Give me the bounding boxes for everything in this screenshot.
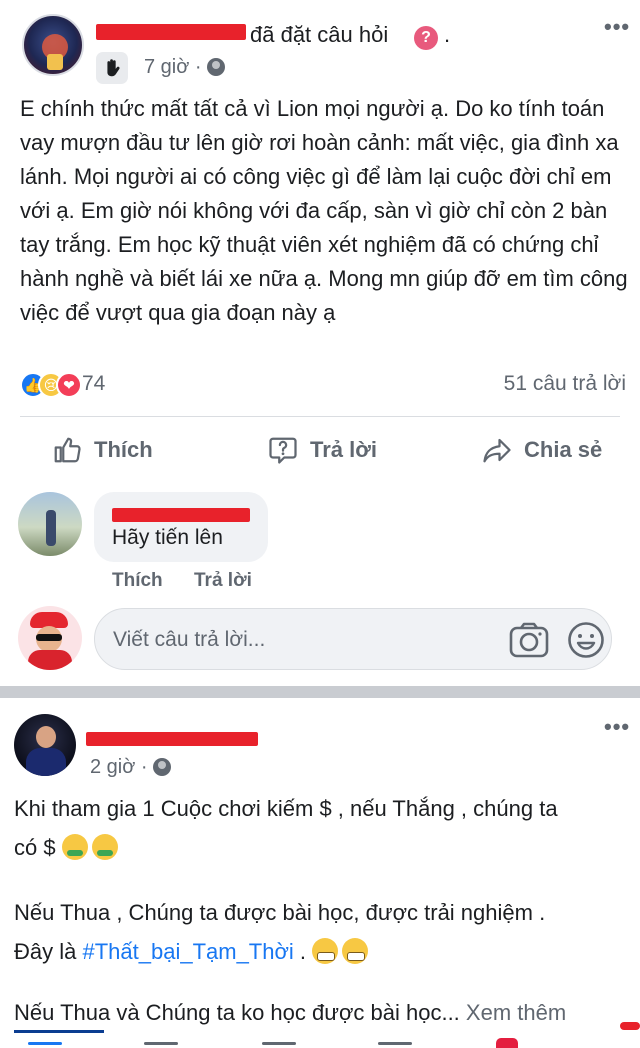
post-action-text: đã đặt câu hỏi (250, 22, 389, 47)
camera-icon[interactable] (509, 621, 549, 659)
money-mouth-emoji-icon (91, 834, 118, 860)
avatar-graphic (36, 634, 62, 641)
globe-icon (153, 758, 172, 776)
avatar-graphic (46, 510, 56, 546)
post-text-line: Khi tham gia 1 Cuộc chơi kiếm $ , nếu Th… (14, 796, 558, 821)
share-label: Chia sẻ (524, 437, 603, 462)
avatar-graphic (26, 748, 66, 776)
share-arrow-icon (483, 438, 511, 463)
thumbs-up-icon (54, 437, 81, 463)
redaction-mark (620, 1022, 640, 1030)
author-name-redacted[interactable] (96, 24, 246, 40)
post-text-line: Nếu Thua và Chúng ta ko học được bài học… (14, 1000, 566, 1026)
post-text-line: Đây là #Thất_bại_Tạm_Thời . (14, 938, 372, 965)
love-reaction-icon: ❤ (56, 372, 82, 398)
text-underline (14, 1030, 104, 1033)
globe-icon (207, 58, 226, 76)
comment-text: Hãy tiến lên (112, 526, 223, 549)
more-options-icon[interactable]: ••• (604, 714, 630, 740)
grimacing-emoji-icon (312, 938, 339, 964)
current-user-avatar[interactable] (18, 606, 82, 670)
commenter-avatar[interactable] (18, 492, 82, 556)
post-text: Đây là (14, 939, 77, 964)
avatar-badge (47, 54, 63, 70)
like-label: Thích (94, 437, 153, 462)
groups-tab-icon[interactable] (262, 1042, 296, 1045)
post-text: . (299, 939, 307, 964)
post-timestamp[interactable]: 2 giờ · (90, 756, 172, 779)
smiley-icon[interactable] (567, 621, 605, 659)
bottom-tab-bar[interactable] (0, 1038, 640, 1048)
comment-reply-button[interactable]: Trả lời (194, 570, 252, 592)
watch-tab-icon[interactable] (144, 1042, 178, 1045)
reply-button[interactable]: Trả lời (268, 430, 377, 470)
question-bubble-icon (269, 437, 297, 464)
reply-label: Trả lời (310, 437, 377, 462)
avatar-graphic (36, 726, 56, 748)
post-separator (0, 686, 640, 698)
raised-hand-badge-icon (96, 52, 128, 84)
home-tab-icon[interactable] (28, 1042, 62, 1045)
more-options-icon[interactable]: ••• (604, 14, 630, 40)
reaction-count[interactable]: 74 (82, 372, 105, 396)
notification-badge (496, 1038, 518, 1048)
reply-input[interactable] (113, 625, 493, 655)
post-text-line: Nếu Thua , Chúng ta được bài học, được t… (14, 900, 546, 925)
post-text: Nếu Thua và Chúng ta ko học được bài học… (14, 1000, 460, 1025)
author-avatar[interactable] (22, 14, 84, 76)
question-post: đã đặt câu hỏi ? . ••• 7 giờ · E chính t… (0, 0, 640, 686)
post-body: E chính thức mất tất cả vì Lion mọi ngườ… (20, 96, 628, 325)
divider (20, 416, 620, 417)
timestamp-text: 2 giờ · (90, 756, 148, 778)
comment-like-button[interactable]: Thích (112, 570, 163, 592)
post-text: có $ (14, 835, 56, 860)
reply-count[interactable]: 51 câu trả lời (504, 372, 626, 396)
timestamp-text: 7 giờ · (144, 56, 202, 78)
reply-composer[interactable] (94, 608, 612, 670)
post-text-line: có $ (14, 834, 122, 861)
like-button[interactable]: Thích (52, 430, 153, 470)
post-timestamp[interactable]: 7 giờ · (144, 56, 226, 79)
commenter-name-redacted[interactable] (112, 508, 250, 522)
header-dot: . (444, 22, 451, 47)
see-more-link[interactable]: Xem thêm (466, 1000, 566, 1025)
question-badge-icon: ? (414, 26, 438, 50)
money-mouth-emoji-icon (61, 834, 88, 860)
marketplace-tab-icon[interactable] (378, 1042, 412, 1045)
share-button[interactable]: Chia sẻ (482, 430, 602, 470)
author-avatar[interactable] (14, 714, 76, 776)
grimacing-emoji-icon (342, 938, 369, 964)
feed-post: ••• 2 giờ · Khi tham gia 1 Cuộc chơi kiế… (0, 698, 640, 1048)
hashtag-link[interactable]: #Thất_bại_Tạm_Thời (82, 939, 293, 964)
author-name-redacted[interactable] (86, 732, 258, 746)
avatar-graphic (28, 650, 72, 670)
